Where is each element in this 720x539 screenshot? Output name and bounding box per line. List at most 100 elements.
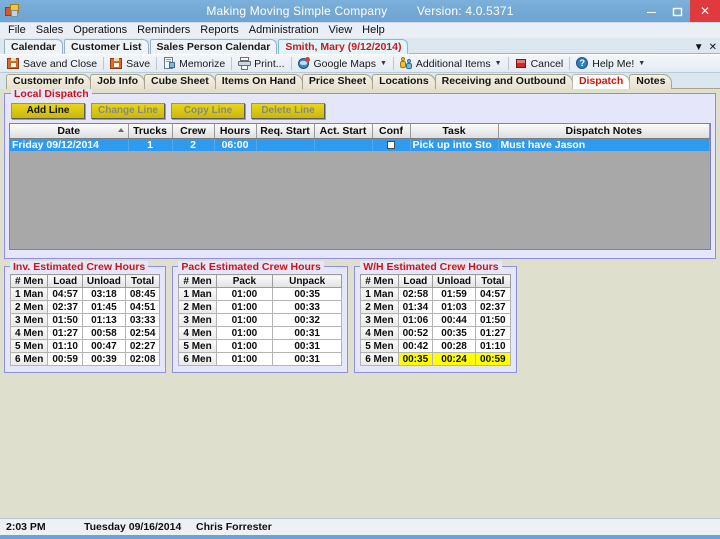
minimize-button[interactable] — [638, 0, 664, 22]
status-user: Chris Forrester — [196, 521, 272, 533]
cell-pack: 01:00 — [215, 300, 274, 314]
tab-customer-info[interactable]: Customer Info — [6, 74, 92, 89]
column-header-crew[interactable]: Crew — [172, 124, 215, 139]
save-and-close-button[interactable]: Save and Close — [4, 55, 100, 72]
column-header-date-label: Date — [57, 124, 81, 137]
doc-tab-calendar[interactable]: Calendar — [4, 39, 63, 54]
crew-hours-row: Inv. Estimated Crew Hours # Men Load Unl… — [4, 261, 716, 373]
tab-cube-sheet[interactable]: Cube Sheet — [144, 74, 216, 89]
tab-list-dropdown-icon[interactable]: ▼ — [694, 43, 704, 53]
doc-tab-smith-mary[interactable]: Smith, Mary (9/12/2014) — [278, 39, 409, 54]
cell-unload: 03:18 — [81, 287, 126, 301]
column-header-unload: Unload — [81, 274, 126, 288]
column-header-hours[interactable]: Hours — [214, 124, 257, 139]
cell-unload: 01:45 — [81, 300, 126, 314]
application-window: Making Moving Simple Company Version: 4.… — [0, 0, 720, 539]
content-row: Local Dispatch Add Line Change Line Copy… — [0, 89, 720, 518]
change-line-button[interactable]: Change Line — [91, 103, 165, 119]
column-header-act-start[interactable]: Act. Start — [314, 124, 373, 139]
cell-men: 1 Man — [360, 287, 399, 301]
cell-load: 01:06 — [397, 313, 434, 327]
tab-dispatch[interactable]: Dispatch — [571, 74, 631, 89]
save-button[interactable]: Save — [107, 55, 153, 72]
tab-locations[interactable]: Locations — [372, 74, 436, 89]
copy-line-button[interactable]: Copy Line — [171, 103, 245, 119]
menu-item-reminders[interactable]: Reminders — [132, 23, 195, 38]
dispatch-table: Date Trucks Crew Hours Req. Start Act. S… — [10, 124, 710, 151]
cell-men: 2 Men — [9, 300, 49, 314]
cell-unload: 01:13 — [81, 313, 126, 327]
cell-load: 02:37 — [47, 300, 83, 314]
doc-tab-customer-list[interactable]: Customer List — [63, 39, 149, 54]
additional-items-button[interactable]: Additional Items ▼ — [397, 55, 505, 72]
cell-men: 1 Man — [178, 287, 217, 301]
cell-men: 6 Men — [9, 352, 49, 366]
table-row: 1 Man 04:57 03:18 08:45 — [9, 287, 161, 301]
menu-item-file[interactable]: File — [3, 23, 31, 38]
cell-load: 04:57 — [47, 287, 83, 301]
menu-item-operations[interactable]: Operations — [68, 23, 132, 38]
cell-total: 02:08 — [124, 352, 161, 366]
version-label: Version: 4.0.5371 — [416, 4, 514, 18]
cell-men: 1 Man — [9, 287, 49, 301]
cell-men: 2 Men — [360, 300, 399, 314]
google-maps-label: Google Maps — [313, 57, 376, 70]
help-me-button[interactable]: ? Help Me! ▼ — [573, 55, 648, 72]
column-header-load: Load — [397, 274, 434, 288]
dispatch-page: Local Dispatch Add Line Change Line Copy… — [0, 89, 720, 518]
tab-receiving-and-outbound[interactable]: Receiving and Outbound — [434, 74, 573, 89]
tab-price-sheet[interactable]: Price Sheet — [301, 74, 374, 89]
column-header-conf[interactable]: Conf — [372, 124, 411, 139]
cell-unload: 00:58 — [81, 326, 126, 340]
chevron-down-icon[interactable]: ▼ — [495, 60, 502, 67]
cell-act-start — [314, 138, 373, 151]
pack-crew-hours-legend: Pack Estimated Crew Hours — [178, 261, 324, 273]
app-logo-icon — [4, 3, 20, 19]
menu-item-reports[interactable]: Reports — [195, 23, 244, 38]
google-maps-button[interactable]: Google Maps ▼ — [295, 55, 390, 72]
column-header-req-start[interactable]: Req. Start — [256, 124, 315, 139]
menu-item-help[interactable]: Help — [357, 23, 390, 38]
print-button[interactable]: Print... — [235, 55, 287, 72]
menu-item-view[interactable]: View — [324, 23, 358, 38]
table-row[interactable]: Friday 09/12/2014 1 2 06:00 Pick up into… — [10, 138, 710, 151]
column-header-date[interactable]: Date — [10, 124, 129, 139]
table-row: 2 Men 02:37 01:45 04:51 — [9, 300, 161, 314]
chevron-down-icon[interactable]: ▼ — [380, 60, 387, 67]
cell-men: 6 Men — [178, 352, 217, 366]
globe-pin-icon — [297, 55, 311, 70]
cell-total: 08:45 — [124, 287, 161, 301]
column-header-task[interactable]: Task — [410, 124, 499, 139]
add-line-button[interactable]: Add Line — [11, 103, 85, 119]
chevron-down-icon[interactable]: ▼ — [638, 60, 645, 67]
table-row: 4 Men 00:52 00:35 01:27 — [360, 326, 511, 340]
tab-job-info[interactable]: Job Info — [90, 74, 145, 89]
column-header-unload: Unload — [432, 274, 477, 288]
status-time: 2:03 PM — [6, 521, 46, 533]
menu-item-administration[interactable]: Administration — [244, 23, 324, 38]
conf-checkbox[interactable] — [387, 140, 395, 149]
tab-close-icon[interactable]: ✕ — [709, 43, 717, 53]
print-label: Print... — [254, 57, 285, 70]
close-button[interactable]: ✕ — [690, 0, 720, 22]
delete-line-button[interactable]: Delete Line — [251, 103, 325, 119]
dispatch-grid[interactable]: Date Trucks Crew Hours Req. Start Act. S… — [9, 123, 711, 250]
cell-unload: 01:03 — [432, 300, 477, 314]
local-dispatch-legend: Local Dispatch — [11, 89, 92, 100]
window-bottom-edge — [0, 535, 720, 539]
cell-conf[interactable] — [372, 138, 411, 151]
column-header-trucks[interactable]: Trucks — [128, 124, 173, 139]
memorize-button[interactable]: Memorize — [160, 55, 228, 72]
doc-tab-sales-person-calendar[interactable]: Sales Person Calendar — [149, 39, 278, 54]
column-header-total: Total — [124, 274, 161, 288]
menu-item-sales[interactable]: Sales — [31, 23, 69, 38]
column-header-dispatch-notes[interactable]: Dispatch Notes — [498, 124, 710, 139]
cancel-button[interactable]: Cancel — [512, 55, 567, 72]
pack-crew-hours-table: # Men Pack Unpack 1 Man 01:00 00:35 2 Men 0… — [178, 274, 343, 366]
tab-items-on-hand[interactable]: Items On Hand — [214, 74, 303, 89]
maximize-button[interactable] — [664, 0, 690, 22]
tab-notes[interactable]: Notes — [629, 74, 673, 89]
toolbar-separator — [103, 57, 105, 70]
cell-dispatch-notes: Must have Jason — [498, 138, 710, 151]
sub-tab-strip: Customer Info Job Info Cube Sheet Items … — [0, 73, 720, 89]
